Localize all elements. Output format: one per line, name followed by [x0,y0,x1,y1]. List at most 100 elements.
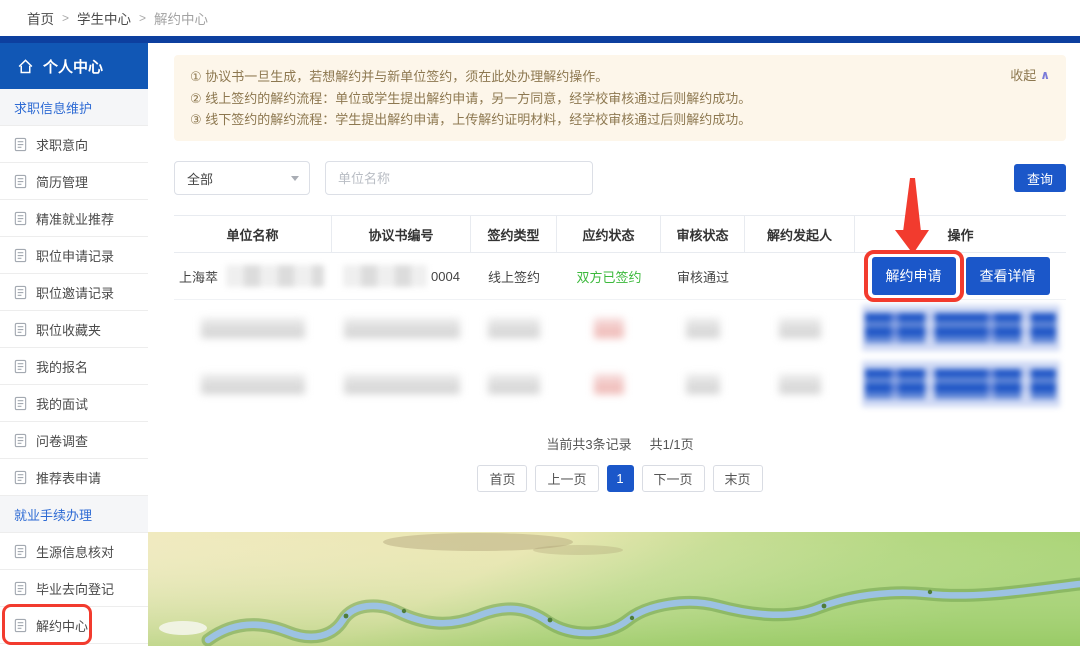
redacted-text [594,374,624,394]
record-count-text: 当前共3条记录 [546,434,631,453]
redacted-cell [855,361,1066,407]
redacted-cell [471,374,557,394]
sidebar-item-termination-center[interactable]: 解约中心 [0,607,148,644]
sidebar-item-label: 职位邀请记录 [36,283,114,302]
sidebar-item-questionnaire[interactable]: 问卷调查 [0,422,148,459]
section-label: 就业手续办理 [14,505,92,524]
sidebar-item-position-application-records[interactable]: 职位申请记录 [0,237,148,274]
sidebar-item-job-intention[interactable]: 求职意向 [0,126,148,163]
top-divider [0,36,1080,43]
sidebar-header: 个人中心 [0,43,148,89]
main-panel: ① 协议书一旦生成，若想解约并与新单位签约，须在此处办理解约操作。 ② 线上签约… [160,43,1080,532]
sidebar-section-job-info-maintenance: 求职信息维护 [0,89,148,126]
redacted-text [201,374,305,394]
sidebar: 个人中心 求职信息维护 求职意向 简历管理 精准就业推荐 职位申请记录 职位邀请… [0,43,148,646]
redacted-cell [174,374,332,394]
sidebar-item-my-interview[interactable]: 我的面试 [0,385,148,422]
agreement-no-text: 0004 [431,269,460,284]
breadcrumb-student-center[interactable]: 学生中心 [77,8,131,28]
company-name-input[interactable] [325,161,593,195]
redacted-cell [332,318,471,338]
sidebar-section-employment-procedures: 就业手续办理 [0,496,148,533]
sidebar-item-my-registration[interactable]: 我的报名 [0,348,148,385]
collapse-label: 收起 [1010,65,1036,87]
sidebar-item-precise-job-recommendation[interactable]: 精准就业推荐 [0,200,148,237]
sidebar-item-label: 我的报名 [36,357,88,376]
last-page-button[interactable]: 末页 [713,465,763,492]
sidebar-item-position-invitation-records[interactable]: 职位邀请记录 [0,274,148,311]
redacted-text [488,374,540,394]
search-button[interactable]: 查询 [1014,164,1066,192]
sidebar-item-student-source-verification[interactable]: 生源信息核对 [0,533,148,570]
sidebar-item-label: 精准就业推荐 [36,209,114,228]
view-details-button[interactable]: 查看详情 [966,257,1050,295]
first-page-button[interactable]: 首页 [477,465,527,492]
redacted-cell [557,318,661,338]
redacted-cell [745,318,855,338]
sidebar-item-recommendation-form-application[interactable]: 推荐表申请 [0,459,148,496]
document-icon [13,248,28,263]
sidebar-item-label: 简历管理 [36,172,88,191]
redacted-cell [557,374,661,394]
sidebar-item-label: 求职意向 [36,135,88,154]
redacted-text [201,318,305,338]
cell-sign-type: 线上签约 [471,267,557,286]
column-header-actions: 操作 [855,216,1066,252]
sidebar-item-label: 职位申请记录 [36,246,114,265]
redacted-text [686,318,720,338]
sidebar-item-position-favorites[interactable]: 职位收藏夹 [0,311,148,348]
notice-line: ② 线上签约的解约流程：单位或学生提出解约申请，另一方同意，经学校审核通过后则解… [190,88,946,110]
redacted-cell [855,305,1066,351]
breadcrumb-home[interactable]: 首页 [27,8,54,28]
column-header-audit-status: 审核状态 [661,216,745,252]
type-select[interactable]: 全部 [174,161,310,195]
document-icon [13,211,28,226]
column-header-sign-type: 签约类型 [471,216,557,252]
redacted-cell [745,374,855,394]
redacted-cell [471,318,557,338]
table-row-redacted [174,356,1066,412]
redacted-action-buttons [862,361,1060,407]
document-icon [13,581,28,596]
current-page-button[interactable]: 1 [607,465,634,492]
redacted-text [226,265,324,287]
document-icon [13,470,28,485]
redacted-cell [661,374,745,394]
chevron-down-icon [291,176,299,181]
collapse-toggle[interactable]: 收起 ∧ [1010,65,1050,87]
chevron-up-icon: ∧ [1040,65,1050,87]
sidebar-item-label: 推荐表申请 [36,468,101,487]
redacted-cell [661,318,745,338]
terminate-apply-button[interactable]: 解约申请 [872,257,956,295]
termination-table: 单位名称 协议书编号 签约类型 应约状态 审核状态 解约发起人 操作 上海萃 0… [174,215,1066,412]
section-label: 求职信息维护 [14,98,92,117]
pager: 首页 上一页 1 下一页 末页 [174,465,1066,492]
prev-page-button[interactable]: 上一页 [535,465,598,492]
cell-company: 上海萃 [174,265,332,287]
sidebar-item-graduation-destination-registration[interactable]: 毕业去向登记 [0,570,148,607]
redacted-text [779,374,821,394]
document-icon [13,285,28,300]
next-page-button[interactable]: 下一页 [642,465,705,492]
breadcrumb: 首页 > 学生中心 > 解约中心 [0,0,1080,36]
redacted-text [343,265,427,287]
redacted-text [779,318,821,338]
filter-bar: 全部 查询 [174,161,1066,195]
notice-box: ① 协议书一旦生成，若想解约并与新单位签约，须在此处办理解约操作。 ② 线上签约… [174,55,1066,141]
breadcrumb-current: 解约中心 [154,8,208,28]
sidebar-item-resume-management[interactable]: 简历管理 [0,163,148,200]
sidebar-item-label: 我的面试 [36,394,88,413]
column-header-response-status: 应约状态 [557,216,661,252]
document-icon [13,174,28,189]
column-header-agreement-no: 协议书编号 [332,216,471,252]
table-row: 上海萃 0004 线上签约 双方已签约 审核通过 解约申请 查看详情 [174,253,1066,300]
breadcrumb-separator: > [139,11,146,25]
type-select-value: 全部 [187,169,213,188]
redacted-text [686,374,720,394]
sidebar-item-label: 解约中心 [36,616,88,635]
company-name-text: 上海萃 [179,267,218,286]
redacted-cell [332,374,471,394]
document-icon [13,544,28,559]
notice-line: ③ 线下签约的解约流程：学生提出解约申请，上传解约证明材料，经学校审核通过后则解… [190,109,946,131]
redacted-cell [174,318,332,338]
